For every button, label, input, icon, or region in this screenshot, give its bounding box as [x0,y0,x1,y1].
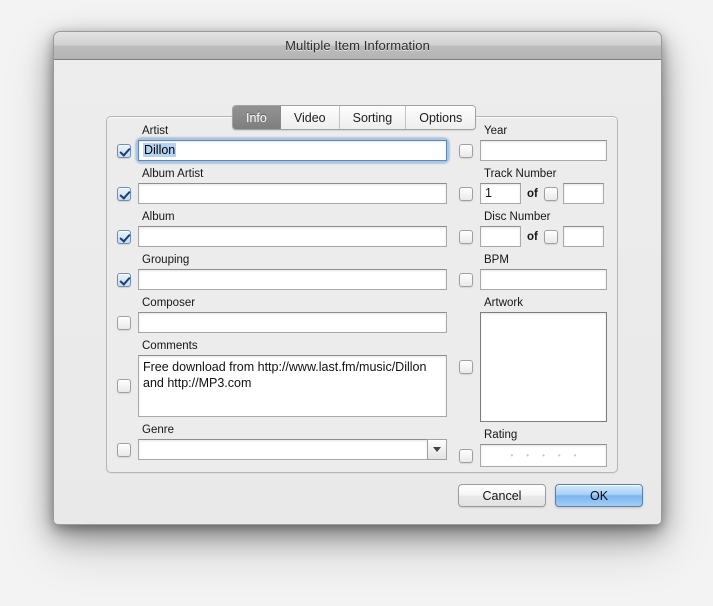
composer-field: Composer [117,297,447,333]
disc-number-field: Disc Number of [459,211,607,247]
tab-options[interactable]: Options [406,106,476,129]
disc-number-input[interactable] [480,226,521,247]
artist-input[interactable]: Dillon [138,140,447,161]
composer-label: Composer [142,297,196,309]
rating-checkbox[interactable] [459,448,473,463]
comments-field: Comments Free download from http://www.l… [117,340,447,417]
track-total-checkbox[interactable] [543,186,558,201]
info-panel: Artist Dillon Album Artist Album Groupin… [106,116,618,473]
tab-bar: Info Video Sorting Options [232,105,477,130]
album-input[interactable] [138,226,447,247]
composer-input[interactable] [138,312,447,333]
dialog-body: Info Video Sorting Options Artist Dillon… [54,60,661,523]
album-artist-checkbox[interactable] [117,186,131,201]
artist-field: Artist Dillon [117,125,449,163]
cancel-button[interactable]: Cancel [458,484,546,507]
tab-info[interactable]: Info [233,106,281,129]
tab-sorting[interactable]: Sorting [339,106,407,129]
bpm-label: BPM [484,254,509,266]
comments-checkbox[interactable] [117,379,131,393]
artwork-well[interactable] [480,312,607,422]
disc-number-label: Disc Number [484,211,551,223]
album-artist-label: Album Artist [142,168,204,180]
genre-combobox[interactable] [138,439,447,460]
composer-checkbox[interactable] [117,315,131,330]
album-artist-input[interactable] [138,183,447,204]
genre-field: Genre [117,424,447,460]
right-column: Year Track Number 1 of Disc Number of BP… [459,125,607,474]
dialog-buttons: Cancel OK [458,484,643,507]
comments-label: Comments [142,340,198,352]
rating-control[interactable]: • • • • • [480,444,607,467]
artist-input-value: Dillon [143,143,177,157]
star-icon[interactable]: • [510,451,513,460]
star-icon[interactable]: • [542,451,545,460]
grouping-checkbox[interactable] [117,272,131,287]
track-number-label: Track Number [484,168,557,180]
album-label: Album [142,211,175,223]
artwork-checkbox[interactable] [459,360,473,374]
disc-number-checkbox[interactable] [459,229,473,244]
artist-focus-ring: Dillon [136,138,449,163]
star-icon[interactable]: • [526,451,529,460]
desktop-background: Multiple Item Information Info Video Sor… [0,0,713,606]
album-field: Album [117,211,447,247]
genre-label: Genre [142,424,174,436]
grouping-field: Grouping [117,254,447,290]
year-field: Year [459,125,607,161]
genre-checkbox[interactable] [117,442,131,457]
star-icon[interactable]: • [574,451,577,460]
grouping-label: Grouping [142,254,190,266]
album-artist-field: Album Artist [117,168,447,204]
star-icon[interactable]: • [558,451,561,460]
genre-input[interactable] [138,439,427,460]
track-number-checkbox[interactable] [459,186,473,201]
multiple-item-information-dialog: Multiple Item Information Info Video Sor… [53,31,662,525]
artwork-label: Artwork [484,297,523,309]
window-titlebar[interactable]: Multiple Item Information [54,32,661,60]
album-checkbox[interactable] [117,229,131,244]
track-number-field: Track Number 1 of [459,168,607,204]
ok-button[interactable]: OK [555,484,643,507]
disc-total-input[interactable] [562,226,604,247]
artwork-field: Artwork [459,297,607,422]
year-input[interactable] [480,140,607,161]
disc-of-label: of [527,230,538,243]
genre-dropdown-button[interactable] [427,439,447,460]
chevron-down-icon [433,447,441,452]
tab-video[interactable]: Video [280,106,340,129]
disc-total-checkbox[interactable] [543,229,558,244]
artist-checkbox[interactable] [117,143,131,158]
rating-label: Rating [484,429,518,441]
bpm-field: BPM [459,254,607,290]
bpm-input[interactable] [480,269,607,290]
year-label: Year [484,125,508,137]
comments-textarea[interactable]: Free download from http://www.last.fm/mu… [138,355,447,417]
left-column: Artist Dillon Album Artist Album Groupin… [117,125,449,467]
grouping-input[interactable] [138,269,447,290]
track-number-input[interactable]: 1 [480,183,521,204]
bpm-checkbox[interactable] [459,272,473,287]
track-total-input[interactable] [562,183,604,204]
window-title: Multiple Item Information [285,38,430,53]
year-checkbox[interactable] [459,143,473,158]
track-of-label: of [527,187,538,200]
rating-field: Rating • • • • • [459,429,607,467]
